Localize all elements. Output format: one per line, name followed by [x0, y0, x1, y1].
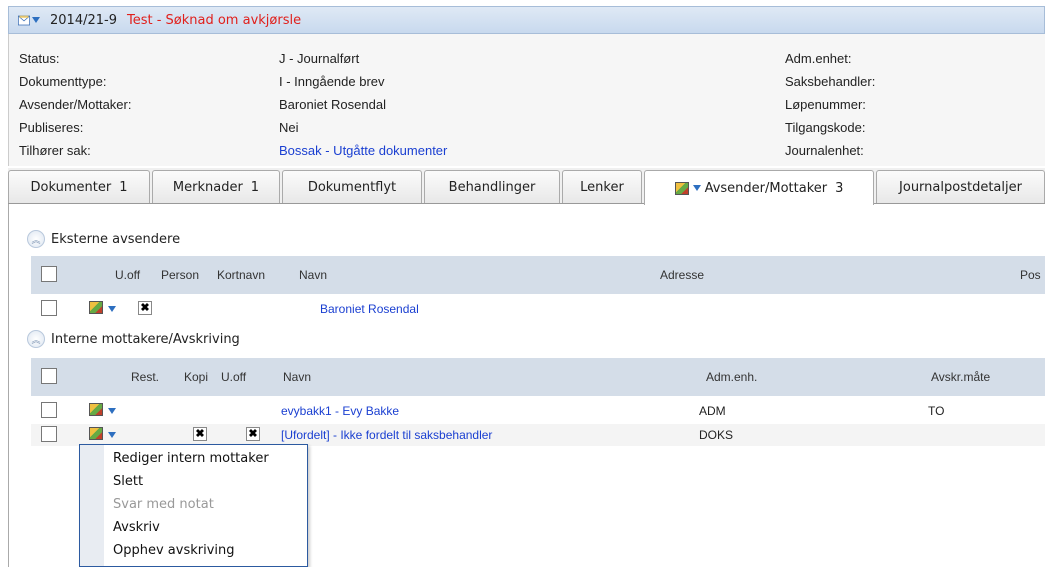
- column-header[interactable]: Kortnavn: [217, 268, 265, 282]
- meta-value: I - Inngående brev: [279, 74, 385, 89]
- tab-merknader[interactable]: Merknader 1: [152, 170, 280, 203]
- menu-gutter: [80, 445, 104, 566]
- section-header-internal[interactable]: ︽ Interne mottakere/Avskriving: [27, 324, 240, 354]
- meta-label: Saksbehandler:: [785, 74, 876, 89]
- row-checkbox[interactable]: [41, 300, 57, 316]
- meta-label: Publiseres:: [19, 120, 84, 135]
- chevron-down-icon[interactable]: [108, 306, 116, 312]
- tab-label: Avsender/Mottaker: [704, 180, 828, 196]
- row-checkbox[interactable]: [41, 426, 57, 442]
- table-row[interactable]: ✖ Baroniet Rosendal: [31, 298, 1045, 320]
- tab-journalpostdetaljer[interactable]: Journalpostdetaljer: [876, 170, 1045, 203]
- kopi-checkbox[interactable]: ✖: [193, 427, 207, 441]
- tab-label: Dokumentflyt: [307, 179, 397, 195]
- tab-label: Merknader: [172, 179, 243, 195]
- collapse-icon[interactable]: ︽: [27, 230, 45, 248]
- adm-unit: ADM: [699, 404, 726, 418]
- menu-item-reply-note: Svar med notat: [113, 497, 214, 512]
- select-all-checkbox[interactable]: [41, 368, 57, 384]
- tab-dokumentflyt[interactable]: Dokumentflyt: [282, 170, 422, 203]
- person-icon[interactable]: [89, 403, 103, 416]
- select-all-checkbox[interactable]: [41, 266, 57, 282]
- document-title: Test - Søknad om avkjørsle: [126, 12, 302, 28]
- case-link[interactable]: Bossak - Utgåtte dokumenter: [279, 141, 447, 161]
- meta-value: Baroniet Rosendal: [279, 97, 386, 112]
- chevron-down-icon[interactable]: [108, 432, 116, 438]
- meta-label: Journalenhet:: [785, 143, 864, 158]
- menu-item-delete[interactable]: Slett: [113, 470, 143, 493]
- column-header[interactable]: Navn: [283, 370, 311, 384]
- row-checkbox[interactable]: [41, 402, 57, 418]
- tab-label: Journalpostdetaljer: [899, 179, 1022, 195]
- tab-dokumenter[interactable]: Dokumenter 1: [8, 170, 150, 203]
- chevron-down-icon[interactable]: [692, 185, 701, 191]
- meta-label: Tilgangskode:: [785, 120, 866, 135]
- document-metadata: Status: J - Journalført Adm.enhet: Dokumen…: [8, 34, 1045, 166]
- meta-label: Avsender/Mottaker:: [19, 97, 132, 112]
- person-icon[interactable]: [89, 301, 103, 314]
- tab-lenker[interactable]: Lenker: [562, 170, 642, 203]
- meta-label: Dokumenttype:: [19, 74, 107, 89]
- envelope-icon[interactable]: [18, 12, 40, 29]
- chevron-down-icon[interactable]: [108, 408, 116, 414]
- chevron-down-icon[interactable]: [32, 17, 40, 23]
- u-off-checkbox[interactable]: ✖: [246, 427, 260, 441]
- table-row[interactable]: evybakk1 - Evy Bakke ADM TO: [31, 400, 1045, 422]
- tab-label: Lenker: [580, 179, 624, 195]
- avskr-method: TO: [928, 404, 945, 418]
- person-icon[interactable]: [89, 427, 103, 440]
- collapse-icon[interactable]: ︽: [27, 330, 45, 348]
- meta-value: Nei: [279, 120, 299, 135]
- meta-label: Adm.enhet:: [785, 51, 852, 66]
- table-row[interactable]: ✖ ✖ [Ufordelt] - Ikke fordelt til saksbe…: [31, 424, 1045, 446]
- recipient-name-link[interactable]: [Ufordelt] - Ikke fordelt til saksbehand…: [281, 428, 492, 442]
- tab-count: 3: [835, 180, 844, 196]
- context-menu: Rediger intern mottaker Slett Svar med n…: [79, 444, 308, 567]
- column-header[interactable]: U.off: [115, 268, 140, 282]
- column-header[interactable]: U.off: [221, 370, 246, 384]
- column-header[interactable]: Avskr.måte: [931, 370, 990, 384]
- person-icon: [674, 181, 689, 195]
- column-header[interactable]: Kopi: [184, 370, 208, 384]
- meta-value: J - Journalført: [279, 51, 360, 66]
- tab-avsender-mottaker[interactable]: Avsender/Mottaker 3: [644, 170, 874, 205]
- column-header[interactable]: Pos: [1020, 268, 1041, 282]
- section-title: Eksterne avsendere: [51, 231, 181, 247]
- section-header-external[interactable]: ︽ Eksterne avsendere: [27, 224, 180, 254]
- sender-name-link[interactable]: Baroniet Rosendal: [320, 302, 419, 316]
- menu-item-write-off[interactable]: Avskriv: [113, 516, 160, 539]
- case-number: 2014/21-9: [50, 12, 117, 28]
- column-header[interactable]: Adresse: [660, 268, 704, 282]
- tab-behandlinger[interactable]: Behandlinger: [424, 170, 560, 203]
- title-bar: 2014/21-9 Test - Søknad om avkjørsle: [8, 6, 1045, 34]
- tab-count: 1: [119, 179, 128, 195]
- tab-label: Dokumenter: [30, 179, 112, 195]
- recipient-name-link[interactable]: evybakk1 - Evy Bakke: [281, 404, 399, 418]
- menu-item-edit-recipient[interactable]: Rediger intern mottaker: [113, 447, 269, 470]
- column-header[interactable]: Rest.: [131, 370, 159, 384]
- internal-table-header: Rest. Kopi U.off Navn Adm.enh. Avskr.måt…: [31, 358, 1045, 396]
- column-header[interactable]: Person: [161, 268, 199, 282]
- meta-label: Løpenummer:: [785, 97, 866, 112]
- tab-bar: Dokumenter 1 Merknader 1 Dokumentflyt Beha…: [8, 168, 1045, 205]
- adm-unit: DOKS: [699, 428, 734, 442]
- menu-item-undo-write-off[interactable]: Opphev avskriving: [113, 539, 235, 562]
- tab-label: Behandlinger: [448, 179, 536, 195]
- column-header[interactable]: Adm.enh.: [706, 370, 757, 384]
- column-header[interactable]: Navn: [299, 268, 327, 282]
- meta-label: Tilhører sak:: [19, 143, 91, 158]
- section-title: Interne mottakere/Avskriving: [51, 331, 240, 347]
- external-table-header: U.off Person Kortnavn Navn Adresse Pos: [31, 256, 1045, 294]
- tab-count: 1: [250, 179, 260, 195]
- u-off-checkbox[interactable]: ✖: [138, 301, 152, 315]
- meta-label: Status:: [19, 51, 60, 66]
